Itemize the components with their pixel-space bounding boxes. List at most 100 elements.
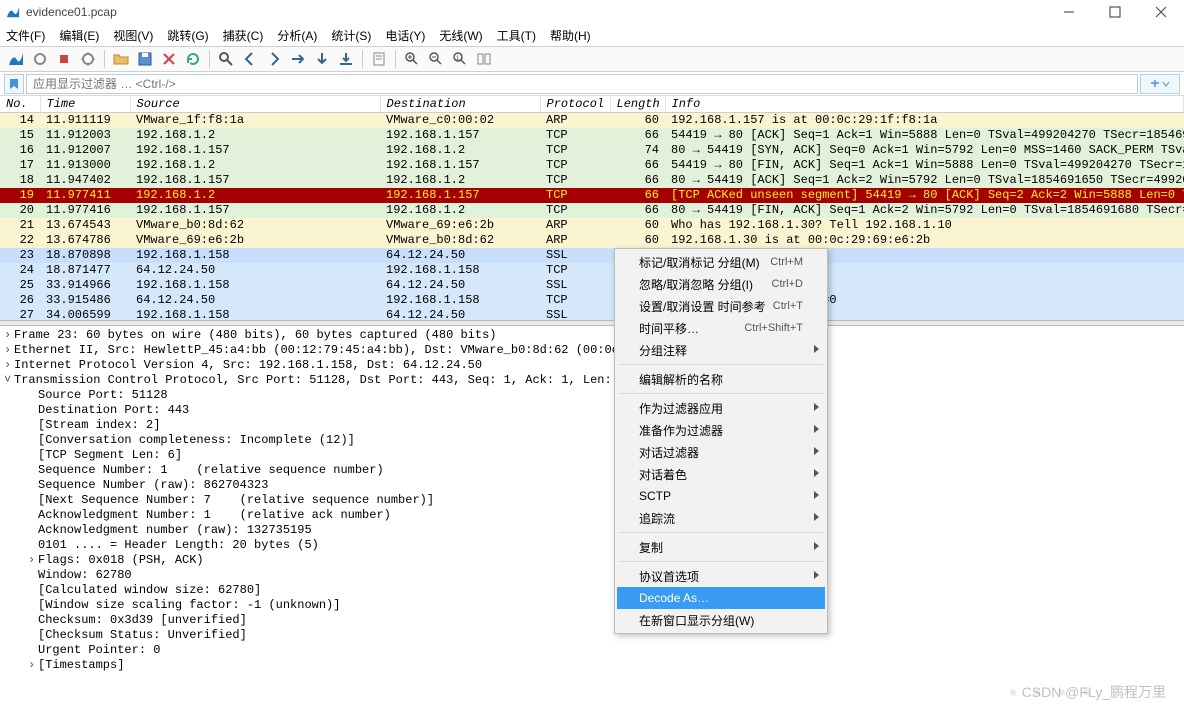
minimize-button[interactable] bbox=[1046, 0, 1092, 24]
expand-closed-icon[interactable]: › bbox=[4, 343, 14, 358]
detail-line[interactable]: Sequence Number (raw): 862704323 bbox=[4, 478, 1180, 493]
col-info[interactable]: Info bbox=[665, 96, 1184, 113]
packet-row[interactable]: 1911.977411192.168.1.2192.168.1.157TCP66… bbox=[0, 188, 1184, 203]
detail-line[interactable]: ›[Timestamps] bbox=[4, 658, 1180, 673]
packet-row[interactable]: 2633.91548664.12.24.50192.168.1.158TCP A… bbox=[0, 293, 1184, 308]
packet-row[interactable]: 1611.912007192.168.1.157192.168.1.2TCP74… bbox=[0, 143, 1184, 158]
nav-back-button[interactable] bbox=[240, 49, 260, 69]
menu-tools[interactable]: 工具(T) bbox=[497, 27, 536, 44]
menu-stats[interactable]: 统计(S) bbox=[331, 27, 371, 44]
menu-file[interactable]: 文件(F) bbox=[6, 27, 45, 44]
expand-open-icon[interactable]: ˅ bbox=[4, 373, 14, 388]
zoom-out-button[interactable] bbox=[426, 49, 446, 69]
menu-phone[interactable]: 电话(Y) bbox=[385, 27, 425, 44]
detail-line[interactable]: [Conversation completeness: Incomplete (… bbox=[4, 433, 1180, 448]
detail-line[interactable]: Source Port: 51128 bbox=[4, 388, 1180, 403]
detail-line[interactable]: [Next Sequence Number: 7 (relative seque… bbox=[4, 493, 1180, 508]
maximize-button[interactable] bbox=[1092, 0, 1138, 24]
close-button[interactable] bbox=[1138, 0, 1184, 24]
detail-line[interactable]: Window: 62780 bbox=[4, 568, 1180, 583]
open-file-button[interactable] bbox=[111, 49, 131, 69]
reload-button[interactable] bbox=[183, 49, 203, 69]
context-menu-item[interactable]: 分组注释 bbox=[617, 339, 825, 361]
detail-line[interactable]: Urgent Pointer: 0 bbox=[4, 643, 1180, 658]
col-time[interactable]: Time bbox=[40, 96, 130, 113]
filter-expression-button[interactable] bbox=[1140, 74, 1180, 94]
detail-line[interactable]: Checksum: 0x3d39 [unverified] bbox=[4, 613, 1180, 628]
context-menu-item[interactable]: 协议首选项 bbox=[617, 565, 825, 587]
stop-capture-button[interactable] bbox=[30, 49, 50, 69]
menu-edit[interactable]: 编辑(E) bbox=[59, 27, 99, 44]
packet-row[interactable]: 1711.913000192.168.1.2192.168.1.157TCP66… bbox=[0, 158, 1184, 173]
context-menu-item[interactable]: 时间平移…Ctrl+Shift+T bbox=[617, 317, 825, 339]
packet-row[interactable]: 1411.911119VMware_1f:f8:1aVMware_c0:00:0… bbox=[0, 113, 1184, 128]
packet-row[interactable]: 1811.947402192.168.1.157192.168.1.2TCP66… bbox=[0, 173, 1184, 188]
detail-line[interactable]: Acknowledgment number (raw): 132735195 bbox=[4, 523, 1180, 538]
detail-line[interactable]: ›Ethernet II, Src: HewlettP_45:a4:bb (00… bbox=[4, 343, 1180, 358]
capture-options-button[interactable] bbox=[78, 49, 98, 69]
packet-list-table[interactable]: No. Time Source Destination Protocol Len… bbox=[0, 96, 1184, 320]
resize-cols-button[interactable] bbox=[474, 49, 494, 69]
goto-first-button[interactable] bbox=[312, 49, 332, 69]
detail-line[interactable]: ›Frame 23: 60 bytes on wire (480 bits), … bbox=[4, 328, 1180, 343]
context-menu-item[interactable]: 对话过滤器 bbox=[617, 441, 825, 463]
detail-line[interactable]: Sequence Number: 1 (relative sequence nu… bbox=[4, 463, 1180, 478]
detail-line[interactable]: [Calculated window size: 62780] bbox=[4, 583, 1180, 598]
context-menu-item[interactable]: 对话着色 bbox=[617, 463, 825, 485]
packet-details-pane[interactable]: ›Frame 23: 60 bytes on wire (480 bits), … bbox=[0, 326, 1184, 675]
autoscroll-button[interactable] bbox=[369, 49, 389, 69]
expand-closed-icon[interactable]: › bbox=[28, 658, 38, 673]
close-file-button[interactable] bbox=[159, 49, 179, 69]
context-menu-item[interactable]: Decode As… bbox=[617, 587, 825, 609]
display-filter-input[interactable] bbox=[26, 74, 1138, 94]
expand-closed-icon[interactable]: › bbox=[4, 328, 14, 343]
col-source[interactable]: Source bbox=[130, 96, 380, 113]
detail-line[interactable]: 0101 .... = Header Length: 20 bytes (5) bbox=[4, 538, 1180, 553]
detail-line[interactable]: Destination Port: 443 bbox=[4, 403, 1180, 418]
context-menu-item[interactable]: SCTP bbox=[617, 485, 825, 507]
goto-last-button[interactable] bbox=[336, 49, 356, 69]
detail-line[interactable]: ˅Transmission Control Protocol, Src Port… bbox=[4, 373, 1180, 388]
context-menu-item[interactable]: 编辑解析的名称 bbox=[617, 368, 825, 390]
packet-row[interactable]: 2533.914966192.168.1.15864.12.24.50SSL bbox=[0, 278, 1184, 293]
menu-goto[interactable]: 跳转(G) bbox=[167, 27, 208, 44]
find-button[interactable] bbox=[216, 49, 236, 69]
menu-analyze[interactable]: 分析(A) bbox=[277, 27, 317, 44]
detail-line[interactable]: [TCP Segment Len: 6] bbox=[4, 448, 1180, 463]
context-menu-item[interactable]: 准备作为过滤器 bbox=[617, 419, 825, 441]
col-no[interactable]: No. bbox=[0, 96, 40, 113]
detail-line[interactable]: [Window size scaling factor: -1 (unknown… bbox=[4, 598, 1180, 613]
col-dest[interactable]: Destination bbox=[380, 96, 540, 113]
context-menu-item[interactable]: 复制 bbox=[617, 536, 825, 558]
col-length[interactable]: Length bbox=[610, 96, 665, 113]
menu-capture[interactable]: 捕获(C) bbox=[223, 27, 264, 44]
context-menu-item[interactable]: 在新窗口显示分组(W) bbox=[617, 609, 825, 631]
nav-fwd-button[interactable] bbox=[264, 49, 284, 69]
zoom-in-button[interactable] bbox=[402, 49, 422, 69]
start-capture-button[interactable] bbox=[6, 49, 26, 69]
detail-line[interactable]: ›Flags: 0x018 (PSH, ACK) bbox=[4, 553, 1180, 568]
menu-help[interactable]: 帮助(H) bbox=[550, 27, 591, 44]
detail-line[interactable]: Acknowledgment Number: 1 (relative ack n… bbox=[4, 508, 1180, 523]
context-menu-item[interactable]: 作为过滤器应用 bbox=[617, 397, 825, 419]
save-file-button[interactable] bbox=[135, 49, 155, 69]
context-menu-item[interactable]: 标记/取消标记 分组(M)Ctrl+M bbox=[617, 251, 825, 273]
context-menu-item[interactable]: 追踪流 bbox=[617, 507, 825, 529]
packet-row[interactable]: 2318.870898192.168.1.15864.12.24.50SSL60… bbox=[0, 248, 1184, 263]
packet-row[interactable]: 1511.912003192.168.1.2192.168.1.157TCP66… bbox=[0, 128, 1184, 143]
detail-line[interactable]: [Stream index: 2] bbox=[4, 418, 1180, 433]
zoom-reset-button[interactable]: 1 bbox=[450, 49, 470, 69]
packet-row[interactable]: 2734.006599192.168.1.15864.12.24.50SSL bbox=[0, 308, 1184, 321]
packet-row[interactable]: 2418.87147764.12.24.50192.168.1.158TCP A… bbox=[0, 263, 1184, 278]
goto-packet-button[interactable] bbox=[288, 49, 308, 69]
packet-list-header[interactable]: No. Time Source Destination Protocol Len… bbox=[0, 96, 1184, 113]
menu-wireless[interactable]: 无线(W) bbox=[439, 27, 482, 44]
packet-row[interactable]: 2113.674543VMware_b0:8d:62VMware_69:e6:2… bbox=[0, 218, 1184, 233]
detail-line[interactable]: [Checksum Status: Unverified] bbox=[4, 628, 1180, 643]
restart-capture-button[interactable] bbox=[54, 49, 74, 69]
context-menu-item[interactable]: 忽略/取消忽略 分组(I)Ctrl+D bbox=[617, 273, 825, 295]
detail-line[interactable]: ›Internet Protocol Version 4, Src: 192.1… bbox=[4, 358, 1180, 373]
expand-closed-icon[interactable]: › bbox=[28, 553, 38, 568]
col-proto[interactable]: Protocol bbox=[540, 96, 610, 113]
packet-row[interactable]: 2011.977416192.168.1.157192.168.1.2TCP66… bbox=[0, 203, 1184, 218]
